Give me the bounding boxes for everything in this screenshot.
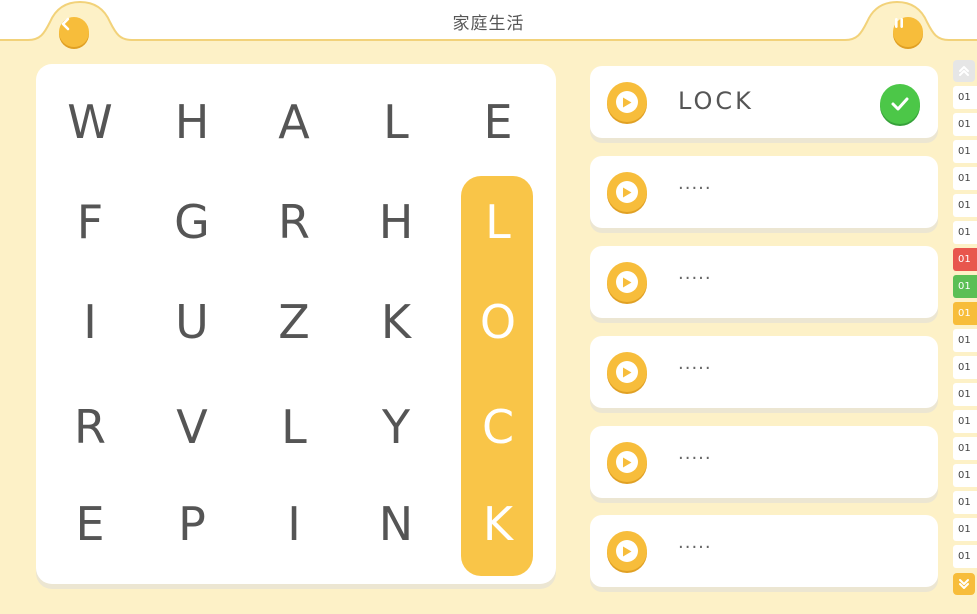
level-item[interactable]: 01 (953, 464, 977, 487)
grid-cell[interactable]: L (345, 72, 447, 172)
level-item[interactable]: 01 (953, 329, 977, 352)
level-item[interactable]: 01 (953, 140, 977, 163)
play-audio-button[interactable] (607, 531, 647, 571)
play-icon (616, 181, 638, 203)
grid-cell[interactable]: R (243, 172, 345, 272)
grid-cell[interactable]: I (243, 474, 345, 574)
play-icon (616, 91, 638, 113)
grid-cell[interactable]: I (39, 272, 141, 372)
scroll-up-button[interactable] (953, 60, 975, 82)
play-icon (616, 271, 638, 293)
grid-cell[interactable]: P (141, 474, 243, 574)
play-audio-button[interactable] (607, 442, 647, 482)
play-icon (616, 451, 638, 473)
level-item[interactable]: 01 (953, 113, 977, 136)
word-label: ····· (678, 178, 712, 199)
level-item[interactable]: 01 (953, 194, 977, 217)
level-item-current[interactable]: 01 (953, 302, 977, 325)
level-item-success[interactable]: 01 (953, 275, 977, 298)
chevron-left-icon (61, 17, 70, 31)
word-card-hidden: ····· (590, 336, 938, 408)
grid-cell[interactable]: H (141, 72, 243, 172)
grid-cell[interactable]: H (345, 172, 447, 272)
play-audio-button[interactable] (607, 82, 647, 122)
play-audio-button[interactable] (607, 262, 647, 302)
grid-cell-selected[interactable]: L (447, 172, 549, 272)
word-card-hidden: ····· (590, 515, 938, 587)
level-strip: 01 01 01 01 01 01 01 01 01 01 01 01 01 0… (953, 58, 977, 604)
check-icon (880, 84, 920, 124)
grid-cell[interactable]: A (243, 72, 345, 172)
grid-cell[interactable]: K (345, 272, 447, 372)
level-item[interactable]: 01 (953, 545, 977, 568)
double-chevron-down-icon (959, 579, 969, 589)
word-label: ····· (678, 268, 712, 289)
scroll-down-button[interactable] (953, 573, 975, 595)
grid-cell[interactable]: F (39, 172, 141, 272)
level-item[interactable]: 01 (953, 167, 977, 190)
level-item[interactable]: 01 (953, 491, 977, 514)
grid-cell[interactable]: G (141, 172, 243, 272)
grid-cell-selected[interactable]: C (447, 377, 549, 477)
grid-cell[interactable]: Z (243, 272, 345, 372)
top-bar: 家庭生活 (0, 0, 977, 47)
level-item[interactable]: 01 (953, 410, 977, 433)
play-icon (616, 361, 638, 383)
word-label: ····· (678, 358, 712, 379)
grid-cell-selected[interactable]: K (447, 474, 549, 574)
grid-cell[interactable]: Y (345, 377, 447, 477)
grid-cell[interactable]: E (39, 474, 141, 574)
grid-cell[interactable]: U (141, 272, 243, 372)
word-label: LOCK (678, 87, 754, 115)
play-icon (616, 540, 638, 562)
word-card-hidden: ····· (590, 156, 938, 228)
level-item[interactable]: 01 (953, 383, 977, 406)
word-card-found: LOCK (590, 66, 938, 138)
pause-icon (895, 18, 903, 28)
word-label: ····· (678, 537, 712, 558)
play-audio-button[interactable] (607, 172, 647, 212)
grid-cell[interactable]: N (345, 474, 447, 574)
word-label: ····· (678, 448, 712, 469)
grid-cell[interactable]: E (447, 72, 549, 172)
play-audio-button[interactable] (607, 352, 647, 392)
word-card-hidden: ····· (590, 426, 938, 498)
level-item[interactable]: 01 (953, 356, 977, 379)
pause-button[interactable] (893, 17, 923, 47)
back-button[interactable] (59, 17, 89, 47)
page-title: 家庭生活 (452, 14, 525, 34)
level-item[interactable]: 01 (953, 86, 977, 109)
grid-cell[interactable]: W (39, 72, 141, 172)
level-item[interactable]: 01 (953, 518, 977, 541)
word-card-hidden: ····· (590, 246, 938, 318)
level-item[interactable]: 01 (953, 221, 977, 244)
grid-cell[interactable]: R (39, 377, 141, 477)
grid-cell[interactable]: V (141, 377, 243, 477)
level-item[interactable]: 01 (953, 437, 977, 460)
grid-cell-selected[interactable]: O (447, 272, 549, 372)
letter-grid-panel: W H A L E F G R H L I U Z K O R V L Y C … (36, 64, 556, 584)
grid-cell[interactable]: L (243, 377, 345, 477)
level-item-error[interactable]: 01 (953, 248, 977, 271)
double-chevron-up-icon (959, 66, 969, 76)
